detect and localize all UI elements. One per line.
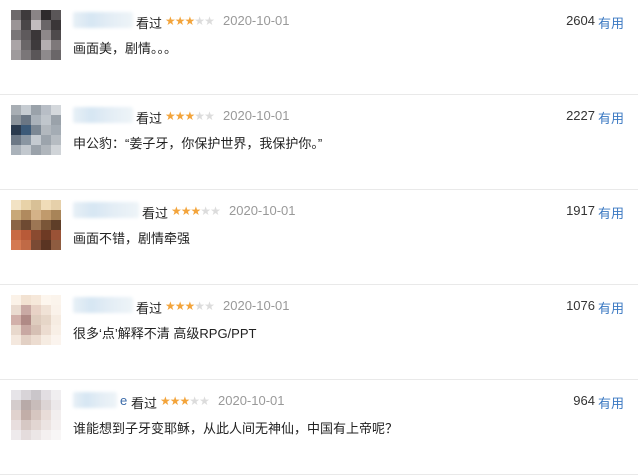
useful-button[interactable]: 有用 xyxy=(598,298,624,317)
review-comment: 画面不错，剧情牵强 xyxy=(73,231,191,246)
star-empty-icon: ★ xyxy=(199,394,210,408)
username-link[interactable] xyxy=(73,202,139,218)
useful-count: 964 xyxy=(573,393,595,408)
useful-button[interactable]: 有用 xyxy=(598,393,624,412)
review-item: 看过 ★★★★★ 2020-10-01 2604 有用 画面美，剧情。。。 xyxy=(0,0,638,95)
username-link[interactable] xyxy=(73,392,117,408)
star-filled-icon: ★ xyxy=(169,394,181,408)
star-filled-icon: ★ xyxy=(165,14,176,28)
useful-count: 2227 xyxy=(566,108,595,123)
star-empty-icon: ★ xyxy=(194,109,205,123)
review-date: 2020-10-01 xyxy=(223,298,290,313)
review-item: 看过 ★★★★★ 2020-10-01 1917 有用 画面不错，剧情牵强 xyxy=(0,190,638,285)
useful-button[interactable]: 有用 xyxy=(598,13,624,32)
rating-stars: ★★★★★ xyxy=(165,109,215,123)
star-filled-icon: ★ xyxy=(165,299,176,313)
avatar[interactable] xyxy=(11,200,61,250)
star-filled-icon: ★ xyxy=(184,109,196,123)
star-filled-icon: ★ xyxy=(160,394,171,408)
avatar[interactable] xyxy=(11,295,61,345)
review-date: 2020-10-01 xyxy=(218,393,285,408)
star-filled-icon: ★ xyxy=(179,394,191,408)
star-empty-icon: ★ xyxy=(194,299,205,313)
useful-button[interactable]: 有用 xyxy=(598,108,624,127)
star-empty-icon: ★ xyxy=(189,394,200,408)
star-empty-icon: ★ xyxy=(194,14,205,28)
star-filled-icon: ★ xyxy=(184,14,196,28)
review-comment: 很多‘点’解释不清 高级RPG/PPT xyxy=(73,326,257,341)
watched-label: 看过 xyxy=(136,111,163,126)
username-link[interactable] xyxy=(73,297,133,313)
star-empty-icon: ★ xyxy=(204,14,215,28)
useful-button[interactable]: 有用 xyxy=(598,203,624,222)
watched-label: 看过 xyxy=(136,301,163,316)
rating-stars: ★★★★★ xyxy=(165,14,215,28)
avatar[interactable] xyxy=(11,390,61,440)
useful-count: 1076 xyxy=(566,298,595,313)
useful-count: 2604 xyxy=(566,13,595,28)
star-filled-icon: ★ xyxy=(184,299,196,313)
star-empty-icon: ★ xyxy=(200,204,211,218)
star-empty-icon: ★ xyxy=(204,109,215,123)
star-empty-icon: ★ xyxy=(210,204,221,218)
review-date: 2020-10-01 xyxy=(229,203,296,218)
review-date: 2020-10-01 xyxy=(223,13,290,28)
username-link[interactable] xyxy=(73,12,133,28)
review-comment: 谁能想到子牙变耶稣，从此人间无神仙，中国有上帝呢？ xyxy=(73,421,399,436)
rating-stars: ★★★★★ xyxy=(171,204,221,218)
watched-label: 看过 xyxy=(142,206,169,221)
star-filled-icon: ★ xyxy=(180,204,192,218)
star-filled-icon: ★ xyxy=(174,14,186,28)
star-filled-icon: ★ xyxy=(190,204,202,218)
review-item: e 看过 ★★★★★ 2020-10-01 964 有用 谁能想到子牙变耶稣，从此人间无神仙… xyxy=(0,380,638,475)
username-link[interactable] xyxy=(73,107,133,123)
username-tail[interactable]: e xyxy=(120,393,127,408)
review-item: 看过 ★★★★★ 2020-10-01 1076 有用 很多‘点’解释不清 高级RPG/P… xyxy=(0,285,638,380)
rating-stars: ★★★★★ xyxy=(165,299,215,313)
star-filled-icon: ★ xyxy=(174,109,186,123)
watched-label: 看过 xyxy=(131,396,158,411)
review-date: 2020-10-01 xyxy=(223,108,290,123)
avatar[interactable] xyxy=(11,10,61,60)
review-comment: 申公豹：“姜子牙，你保护世界，我保护你。” xyxy=(73,136,323,151)
star-filled-icon: ★ xyxy=(174,299,186,313)
review-item: 看过 ★★★★★ 2020-10-01 2227 有用 申公豹：“姜子牙，你保护世界，我保… xyxy=(0,95,638,190)
useful-count: 1917 xyxy=(566,203,595,218)
star-filled-icon: ★ xyxy=(171,204,182,218)
avatar[interactable] xyxy=(11,105,61,155)
star-empty-icon: ★ xyxy=(204,299,215,313)
watched-label: 看过 xyxy=(136,16,163,31)
rating-stars: ★★★★★ xyxy=(160,394,210,408)
review-comment: 画面美，剧情。。。 xyxy=(73,41,178,56)
star-filled-icon: ★ xyxy=(165,109,176,123)
